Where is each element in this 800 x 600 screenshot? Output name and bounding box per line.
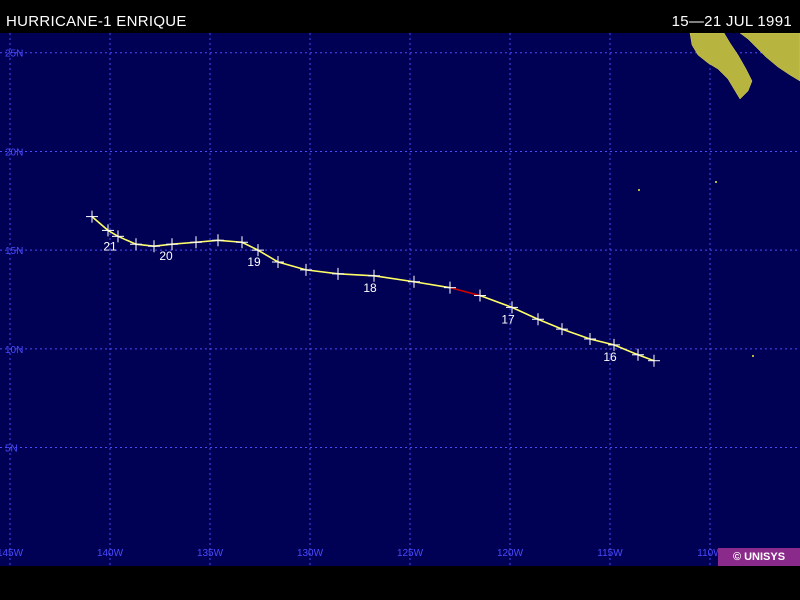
latitude-label: 5N bbox=[5, 444, 18, 455]
ocean-background bbox=[0, 33, 800, 566]
day-label: 17 bbox=[501, 312, 515, 326]
latitude-label: 10N bbox=[5, 345, 23, 356]
bottom-bar bbox=[0, 566, 800, 600]
longitude-label: 140W bbox=[97, 548, 124, 559]
track-map: 5N 10N 15N 20N 25N 145W 140W 135W 130W 125W 120W 11… bbox=[0, 33, 800, 566]
longitude-label: 145W bbox=[0, 548, 24, 559]
day-label: 20 bbox=[159, 249, 173, 263]
small-island bbox=[752, 355, 754, 357]
longitude-label: 125W bbox=[397, 548, 424, 559]
unisys-credit: © UNISYS bbox=[718, 548, 800, 566]
longitude-label: 120W bbox=[497, 548, 524, 559]
day-label: 18 bbox=[363, 281, 377, 295]
latitude-label: 25N bbox=[5, 49, 23, 60]
date-range: 15—21 JUL 1991 bbox=[671, 13, 792, 30]
small-island bbox=[638, 189, 640, 191]
longitude-label: 130W bbox=[297, 548, 324, 559]
day-label: 21 bbox=[103, 239, 117, 253]
small-island bbox=[715, 181, 717, 183]
longitude-label: 115W bbox=[597, 548, 623, 559]
title-bar: HURRICANE-1 ENRIQUE 15—21 JUL 1991 bbox=[0, 0, 800, 33]
day-label: 19 bbox=[247, 255, 261, 269]
storm-title: HURRICANE-1 ENRIQUE bbox=[6, 13, 187, 30]
day-label: 16 bbox=[603, 350, 617, 364]
latitude-label: 20N bbox=[5, 147, 23, 158]
latitude-label: 15N bbox=[5, 246, 23, 257]
longitude-label: 135W bbox=[197, 548, 224, 559]
